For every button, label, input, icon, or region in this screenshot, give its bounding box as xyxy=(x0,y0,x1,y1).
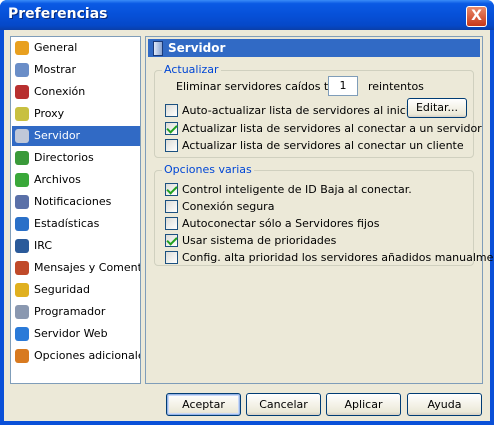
sidebar-item-servidor[interactable]: Servidor xyxy=(12,126,140,146)
sidebar-item-conexion[interactable]: Conexión xyxy=(12,82,140,102)
sidebar-item-label: General xyxy=(34,41,78,54)
apply-button[interactable]: Aplicar xyxy=(326,393,401,416)
edit-button[interactable]: Editar... xyxy=(407,98,467,118)
manual-high-priority-checkbox[interactable] xyxy=(165,251,178,264)
sidebar-item-archivos[interactable]: Archivos xyxy=(12,170,140,190)
sidebar-item-label: Notificaciones xyxy=(34,195,112,208)
advanced-options-icon xyxy=(15,349,29,363)
update-on-server-connect-checkbox[interactable] xyxy=(165,122,178,135)
web-server-icon xyxy=(15,327,29,341)
title-bar[interactable]: Preferencias X xyxy=(0,0,494,30)
sidebar-item-label: IRC xyxy=(34,239,53,252)
sidebar-item-servidor-web[interactable]: Servidor Web xyxy=(12,324,140,344)
sidebar-item-irc[interactable]: IRC xyxy=(12,236,140,256)
sidebar-item-directorios[interactable]: Directorios xyxy=(12,148,140,168)
secure-connection-checkbox[interactable] xyxy=(165,200,178,213)
server-icon xyxy=(15,129,29,143)
statistics-icon xyxy=(15,217,29,231)
server-icon xyxy=(153,41,163,56)
update-on-client-connect-label[interactable]: Actualizar lista de servidores al conect… xyxy=(182,139,464,152)
accept-button[interactable]: Aceptar xyxy=(166,393,241,416)
smart-lowid-checkbox[interactable] xyxy=(165,183,178,196)
misc-options-group: Opciones varias Control inteligente de I… xyxy=(154,163,494,266)
secure-connection-label[interactable]: Conexión segura xyxy=(182,200,274,213)
update-group: Actualizar Eliminar servidores caídos tr… xyxy=(154,63,482,158)
retries-input[interactable]: 1 xyxy=(328,76,358,96)
autoconnect-static-checkbox[interactable] xyxy=(165,217,178,230)
settings-panel: Servidor Actualizar Eliminar servidores … xyxy=(145,36,494,384)
sidebar-item-label: Archivos xyxy=(34,173,81,186)
preferences-window: Preferencias X General Mostrar Conexión … xyxy=(0,0,494,425)
panel-header: Servidor xyxy=(148,39,480,57)
scheduler-icon xyxy=(15,305,29,319)
close-button[interactable]: X xyxy=(466,6,487,27)
sidebar-item-label: Proxy xyxy=(34,107,65,120)
sidebar-item-mensajes[interactable]: Mensajes y Comentarios xyxy=(12,258,140,278)
sidebar-item-label: Seguridad xyxy=(34,283,90,296)
folder-icon xyxy=(15,151,29,165)
sidebar-item-label: Directorios xyxy=(34,151,94,164)
cancel-button[interactable]: Cancelar xyxy=(246,393,321,416)
monitor-icon xyxy=(15,63,29,77)
retries-label: Eliminar servidores caídos tras xyxy=(176,80,346,93)
sidebar-item-label: Mensajes y Comentarios xyxy=(34,261,140,274)
category-list[interactable]: General Mostrar Conexión Proxy Servidor … xyxy=(10,36,141,384)
sidebar-item-estadisticas[interactable]: Estadísticas xyxy=(12,214,140,234)
manual-high-priority-label[interactable]: Config. alta prioridad los servidores añ… xyxy=(182,251,494,264)
plug-icon xyxy=(15,85,29,99)
sidebar-item-mostrar[interactable]: Mostrar xyxy=(12,60,140,80)
sidebar-item-opciones-adicionales[interactable]: Opciones adicionales xyxy=(12,346,140,366)
update-on-server-connect-label[interactable]: Actualizar lista de servidores al conect… xyxy=(182,122,482,135)
auto-update-checkbox[interactable] xyxy=(165,104,178,117)
priority-system-label[interactable]: Usar sistema de prioridades xyxy=(182,234,336,247)
files-icon xyxy=(15,173,29,187)
sidebar-item-proxy[interactable]: Proxy xyxy=(12,104,140,124)
window-title: Preferencias xyxy=(8,6,108,22)
misc-options-legend: Opciones varias xyxy=(162,163,254,176)
security-icon xyxy=(15,283,29,297)
notifications-icon xyxy=(15,195,29,209)
sidebar-item-general[interactable]: General xyxy=(12,38,140,58)
sidebar-item-label: Conexión xyxy=(34,85,86,98)
panel-title: Servidor xyxy=(168,41,226,55)
sidebar-item-label: Mostrar xyxy=(34,63,77,76)
sidebar-item-label: Programador xyxy=(34,305,106,318)
messages-icon xyxy=(15,261,29,275)
sidebar-item-label: Estadísticas xyxy=(34,217,100,230)
irc-icon xyxy=(15,239,29,253)
dialog-body: General Mostrar Conexión Proxy Servidor … xyxy=(4,30,494,421)
gear-icon xyxy=(15,41,29,55)
update-on-client-connect-checkbox[interactable] xyxy=(165,139,178,152)
sidebar-item-programador[interactable]: Programador xyxy=(12,302,140,322)
priority-system-checkbox[interactable] xyxy=(165,234,178,247)
help-button[interactable]: Ayuda xyxy=(407,393,482,416)
auto-update-label[interactable]: Auto-actualizar lista de servidores al i… xyxy=(182,104,420,117)
sidebar-item-label: Opciones adicionales xyxy=(34,349,140,362)
autoconnect-static-label[interactable]: Autoconectar sólo a Servidores fijos xyxy=(182,217,379,230)
sidebar-item-notificaciones[interactable]: Notificaciones xyxy=(12,192,140,212)
retries-suffix: reintentos xyxy=(368,80,424,93)
sidebar-item-label: Servidor Web xyxy=(34,327,108,340)
sidebar-item-label: Servidor xyxy=(34,129,81,142)
proxy-icon xyxy=(15,107,29,121)
smart-lowid-label[interactable]: Control inteligente de ID Baja al conect… xyxy=(182,183,412,196)
update-group-legend: Actualizar xyxy=(162,63,221,76)
sidebar-item-seguridad[interactable]: Seguridad xyxy=(12,280,140,300)
